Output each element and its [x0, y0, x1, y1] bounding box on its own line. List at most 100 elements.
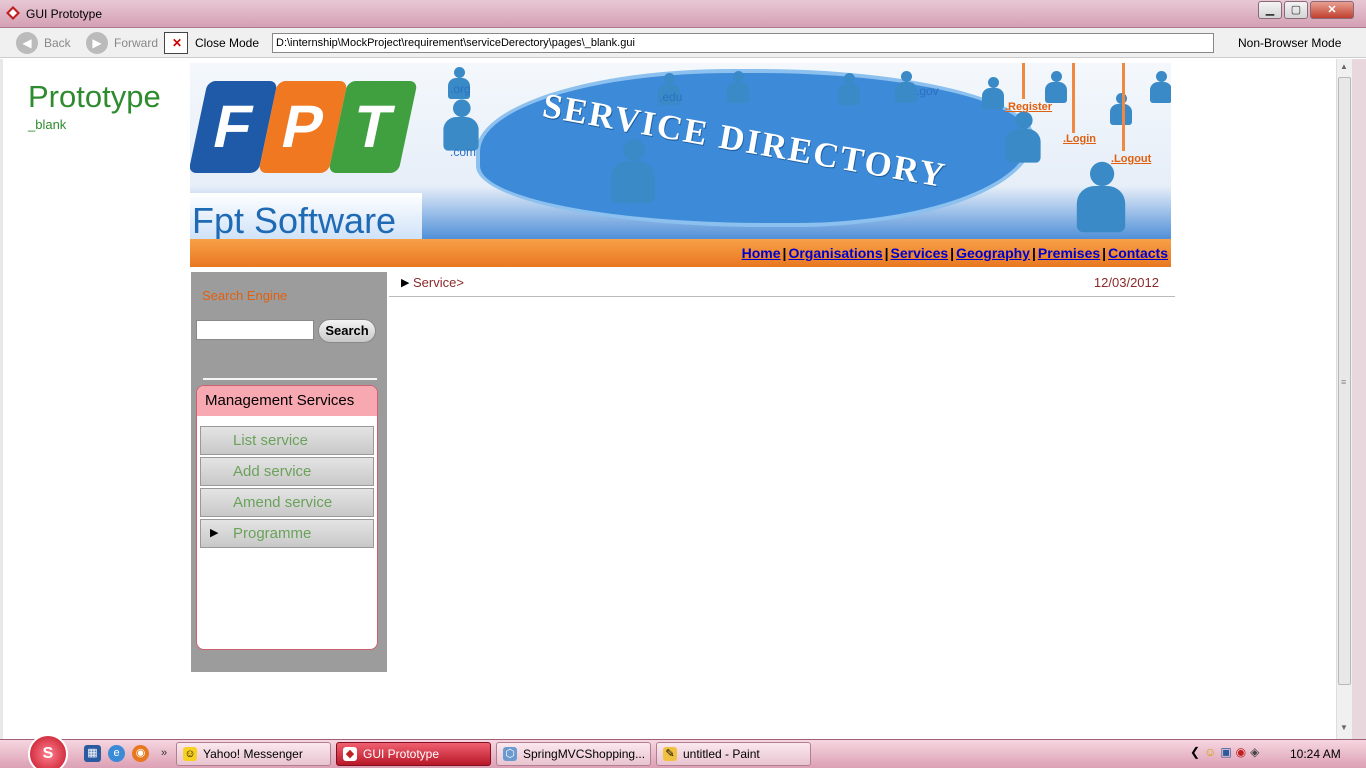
prototype-toolbar: ◀ Back ▶ Forward Close Mode D:\internshi… [0, 28, 1366, 58]
firefox-icon[interactable]: ◉ [132, 745, 149, 762]
system-tray: ❮ ☺ ▣ ◉ ◈ [1190, 745, 1259, 759]
register-link[interactable]: .Register [1005, 101, 1052, 113]
person-icon [1150, 71, 1171, 103]
prototype-title: Prototype [28, 79, 161, 114]
search-button[interactable]: Search [318, 319, 376, 343]
volume-tray-icon[interactable]: ◉ [1236, 745, 1246, 759]
close-mode-label: Close Mode [195, 36, 260, 50]
brand-name: Fpt Software [192, 200, 397, 239]
network-tray-icon[interactable]: ▣ [1220, 745, 1231, 759]
nav-separator: | [1031, 245, 1036, 261]
gui-prototype-icon: ◆ [343, 747, 357, 761]
back-button[interactable]: ◀ Back [16, 32, 71, 54]
close-mode-button[interactable]: Close Mode [164, 32, 259, 54]
paint-icon: ✎ [663, 747, 677, 761]
menu-item-label: Amend service [233, 494, 333, 511]
breadcrumb[interactable]: Service> [413, 275, 464, 290]
menu-programme[interactable]: ▶ Programme [200, 519, 374, 548]
search-engine-label: Search Engine [202, 288, 288, 303]
nav-geography[interactable]: Geography [956, 245, 1030, 261]
close-button[interactable]: ✕ [1310, 1, 1354, 19]
yahoo-messenger-icon: ☺ [183, 747, 197, 761]
yahoo-tray-icon[interactable]: ☺ [1204, 745, 1216, 759]
person-icon [1110, 93, 1132, 125]
taskbar: S ▦ e ◉ » ☺ Yahoo! Messenger ◆ GUI Prototy… [0, 734, 1366, 768]
prototype-subtitle: _blank [28, 117, 67, 132]
person-icon [727, 71, 749, 103]
person-icon [443, 99, 479, 151]
app-icon [6, 6, 20, 20]
menu-item-label: Programme [233, 525, 312, 542]
minimize-button[interactable]: ▁ [1258, 1, 1282, 19]
breadcrumb-arrow-icon: ▶ [401, 277, 410, 289]
tray-expand-icon[interactable]: ❮ [1190, 745, 1200, 759]
forward-label: Forward [114, 36, 159, 50]
back-arrow-icon: ◀ [16, 32, 38, 54]
domain-label: .org [450, 82, 471, 96]
content-header: ▶ Service> 12/03/2012 [389, 270, 1175, 297]
taskbar-paint[interactable]: ✎ untitled - Paint [656, 742, 811, 766]
non-browser-mode-button[interactable]: Non-Browser Mode [1238, 36, 1341, 50]
menu-list-service[interactable]: List service [200, 426, 374, 455]
main-nav: Home | Organisations | Services | Geography | Pr… [190, 239, 1171, 267]
management-services-panel: Management Services List service Add ser… [196, 385, 378, 650]
maximize-button[interactable]: ▢ [1284, 1, 1308, 19]
login-link[interactable]: .Login [1063, 133, 1096, 145]
taskbar-yahoo-messenger[interactable]: ☺ Yahoo! Messenger [176, 742, 331, 766]
scroll-up-icon[interactable]: ▲ [1340, 62, 1348, 71]
domain-label: .edu [659, 90, 683, 104]
nav-contacts[interactable]: Contacts [1108, 245, 1168, 261]
more-chevron-icon[interactable]: » [158, 745, 170, 762]
ide-icon: ⬡ [503, 747, 517, 761]
vertical-scrollbar[interactable]: ▲ ≡ ▼ [1336, 59, 1352, 739]
forward-arrow-icon: ▶ [86, 32, 108, 54]
nav-premises[interactable]: Premises [1038, 245, 1100, 261]
link-divider [1072, 63, 1075, 133]
taskbar-clock[interactable]: 10:24 AM [1290, 747, 1341, 761]
scroll-grip-icon: ≡ [1341, 377, 1347, 387]
taskbar-label: SpringMVCShopping... [523, 747, 646, 761]
file-path-field[interactable]: D:\internship\MockProject\requirement\se… [272, 33, 1214, 53]
person-icon [611, 139, 655, 203]
logout-link[interactable]: .Logout [1111, 153, 1151, 165]
taskbar-label: Yahoo! Messenger [203, 747, 303, 761]
person-icon [982, 77, 1004, 109]
expand-arrow-icon: ▶ [210, 527, 219, 539]
taskbar-springmvc[interactable]: ⬡ SpringMVCShopping... [496, 742, 651, 766]
domain-label: .com [450, 145, 477, 159]
site-banner: F P T Fpt Software SERVICE DIRECTORY .or… [190, 63, 1171, 239]
search-input[interactable] [196, 320, 314, 340]
person-icon [1076, 161, 1126, 233]
person-icon [1045, 71, 1067, 103]
link-divider [1122, 63, 1125, 151]
back-label: Back [44, 36, 71, 50]
close-mode-icon [164, 32, 188, 54]
nav-separator: | [1102, 245, 1107, 261]
nav-separator: | [950, 245, 955, 261]
management-services-title: Management Services [197, 386, 377, 416]
window-title: GUI Prototype [26, 7, 103, 21]
person-icon [895, 71, 917, 103]
taskbar-label: GUI Prototype [363, 747, 440, 761]
internet-explorer-icon[interactable]: e [108, 745, 125, 762]
start-button[interactable]: S [28, 734, 68, 768]
nav-organisations[interactable]: Organisations [788, 245, 882, 261]
forward-button[interactable]: ▶ Forward [86, 32, 158, 54]
menu-amend-service[interactable]: Amend service [200, 488, 374, 517]
sidebar-divider [203, 378, 377, 380]
current-date: 12/03/2012 [1093, 275, 1159, 290]
person-icon [1005, 111, 1041, 163]
sidebar: Search Engine Search Management Services… [191, 272, 387, 672]
menu-item-label: Add service [233, 463, 312, 480]
menu-item-label: List service [233, 432, 309, 449]
nav-services[interactable]: Services [891, 245, 949, 261]
nav-home[interactable]: Home [742, 245, 781, 261]
scroll-down-icon[interactable]: ▼ [1340, 723, 1348, 732]
nav-separator: | [884, 245, 889, 261]
prototype-panel: Prototype _blank [0, 59, 178, 739]
show-desktop-icon[interactable]: ▦ [84, 745, 101, 762]
taskbar-gui-prototype[interactable]: ◆ GUI Prototype [336, 742, 491, 766]
person-icon [838, 73, 860, 105]
menu-add-service[interactable]: Add service [200, 457, 374, 486]
security-tray-icon[interactable]: ◈ [1250, 745, 1259, 759]
